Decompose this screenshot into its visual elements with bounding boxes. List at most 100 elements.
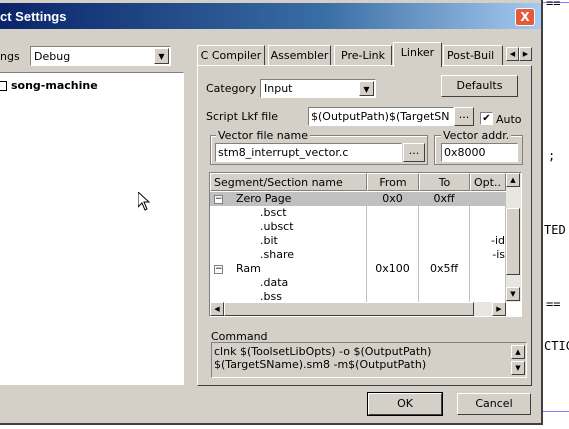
to-cell[interactable]: [419, 276, 470, 290]
from-cell[interactable]: 0x0: [367, 192, 419, 206]
chevron-down-icon[interactable]: ▼: [359, 81, 374, 96]
settings-combo[interactable]: Debug ▼: [30, 46, 171, 66]
project-folder-icon: [0, 81, 7, 91]
editor-fragment: CTIC: [544, 339, 569, 353]
from-cell[interactable]: 0x100: [367, 262, 419, 276]
opt-cell[interactable]: -id: [470, 234, 506, 248]
project-settings-dialog: ct Settings X ngs Debug ▼ song-machine C…: [0, 0, 543, 425]
opt-cell[interactable]: -is: [470, 248, 506, 262]
segment-cell[interactable]: .ubsct: [210, 220, 367, 234]
to-cell[interactable]: [419, 248, 470, 262]
segment-name: .data: [260, 276, 289, 289]
table-row[interactable]: .bsct: [210, 206, 506, 220]
command-textbox[interactable]: clnk $(ToolsetLibOpts) -o $(OutputPath) …: [211, 342, 527, 378]
segment-name: Zero Page: [236, 192, 292, 205]
vector-addr-field[interactable]: 0x8000: [441, 143, 518, 162]
mouse-cursor-icon: [138, 192, 150, 211]
collapse-icon[interactable]: −: [214, 195, 223, 204]
settings-value: Debug: [34, 50, 71, 63]
scroll-down-icon[interactable]: ▼: [511, 361, 525, 375]
auto-label: Auto: [496, 113, 522, 126]
opt-cell[interactable]: [470, 276, 506, 290]
command-line-1: clnk $(ToolsetLibOpts) -o $(OutputPath): [214, 345, 432, 358]
tab-c-compiler[interactable]: C Compiler: [197, 45, 265, 65]
scroll-right-icon[interactable]: ▶: [492, 302, 506, 316]
to-cell[interactable]: [419, 220, 470, 234]
segment-cell[interactable]: − Zero Page: [210, 192, 367, 206]
tab-scroll-right-icon[interactable]: ▶: [519, 47, 532, 61]
scroll-down-icon[interactable]: ▼: [506, 287, 520, 301]
script-browse-button[interactable]: ...: [454, 107, 474, 126]
chevron-down-icon[interactable]: ▼: [154, 48, 169, 64]
editor-underline: [541, 411, 569, 412]
grid-vertical-scrollbar[interactable]: ▲ ▼: [506, 173, 521, 302]
tab-post-build[interactable]: Post-Buil: [443, 45, 503, 65]
table-row[interactable]: − Zero Page 0x0 0xff: [210, 192, 506, 206]
from-cell[interactable]: [367, 234, 419, 248]
project-tree[interactable]: song-machine: [0, 72, 184, 385]
title-bar[interactable]: ct Settings: [0, 3, 541, 29]
to-cell[interactable]: 0x5ff: [419, 262, 470, 276]
scroll-left-icon[interactable]: ◀: [210, 302, 224, 316]
script-lkf-field[interactable]: $(OutputPath)$(TargetSN: [308, 107, 454, 126]
settings-label: ngs: [0, 50, 20, 63]
column-header-opt[interactable]: Opt..: [470, 173, 506, 191]
segment-cell[interactable]: .share: [210, 248, 367, 262]
vector-file-label: Vector file name: [216, 129, 310, 142]
opt-cell[interactable]: [470, 262, 506, 276]
tab-pre-link[interactable]: Pre-Link: [334, 45, 392, 65]
to-cell[interactable]: [419, 234, 470, 248]
editor-fragment: ;: [548, 149, 556, 163]
table-row[interactable]: .data: [210, 276, 506, 290]
segment-name: Ram: [236, 262, 261, 275]
auto-checkbox[interactable]: ✔: [480, 112, 493, 125]
ok-button[interactable]: OK: [368, 393, 442, 415]
to-cell[interactable]: [419, 206, 470, 220]
editor-fragment: ==: [546, 0, 561, 10]
grid-horizontal-scrollbar[interactable]: ◀ ▶: [210, 302, 506, 316]
grid-horizontal-thumb[interactable]: [224, 302, 474, 316]
from-cell[interactable]: [367, 220, 419, 234]
table-row[interactable]: − Ram 0x100 0x5ff: [210, 262, 506, 276]
segment-cell[interactable]: .data: [210, 276, 367, 290]
close-button[interactable]: X: [515, 8, 535, 26]
segment-cell[interactable]: .bsct: [210, 206, 367, 220]
category-combo[interactable]: Input ▼: [260, 79, 376, 98]
column-header-segment[interactable]: Segment/Section name: [210, 173, 367, 191]
vector-addr-value: 0x8000: [444, 146, 486, 159]
from-cell[interactable]: [367, 276, 419, 290]
table-row[interactable]: .bit -id: [210, 234, 506, 248]
grid-body: − Zero Page 0x0 0xff .bsct .ubsct .bit -id .shar…: [210, 192, 506, 304]
scroll-up-icon[interactable]: ▲: [511, 345, 525, 359]
column-header-from[interactable]: From: [367, 173, 419, 191]
defaults-button[interactable]: Defaults: [441, 75, 518, 97]
category-label: Category: [206, 82, 257, 95]
opt-cell[interactable]: [470, 192, 506, 206]
grid-vertical-thumb[interactable]: [506, 208, 520, 275]
tab-linker[interactable]: Linker: [393, 42, 442, 67]
segment-cell[interactable]: .bit: [210, 234, 367, 248]
from-cell[interactable]: [367, 248, 419, 262]
opt-cell[interactable]: [470, 220, 506, 234]
editor-fragment: ==: [546, 297, 561, 311]
collapse-icon[interactable]: −: [214, 265, 223, 274]
tab-assembler[interactable]: Assembler: [268, 45, 331, 65]
opt-cell[interactable]: [470, 206, 506, 220]
category-value: Input: [264, 82, 293, 95]
segment-name: .bsct: [260, 206, 287, 219]
table-row[interactable]: .ubsct: [210, 220, 506, 234]
to-cell[interactable]: 0xff: [419, 192, 470, 206]
editor-fragment: TED: [544, 223, 566, 237]
cancel-button[interactable]: Cancel: [457, 393, 531, 415]
segment-cell[interactable]: − Ram: [210, 262, 367, 276]
scroll-up-icon[interactable]: ▲: [506, 173, 520, 187]
vector-browse-button[interactable]: ...: [403, 143, 425, 162]
column-header-to[interactable]: To: [419, 173, 470, 191]
table-row[interactable]: .share -is: [210, 248, 506, 262]
vector-file-field[interactable]: stm8_interrupt_vector.c: [215, 143, 402, 162]
from-cell[interactable]: [367, 206, 419, 220]
tree-item-song-machine[interactable]: song-machine: [11, 79, 98, 92]
vector-addr-label: Vector addr.: [441, 129, 512, 142]
segment-grid[interactable]: Segment/Section name From To Opt.. − Zero…: [209, 172, 522, 317]
tab-scroll-left-icon[interactable]: ◀: [506, 47, 519, 61]
